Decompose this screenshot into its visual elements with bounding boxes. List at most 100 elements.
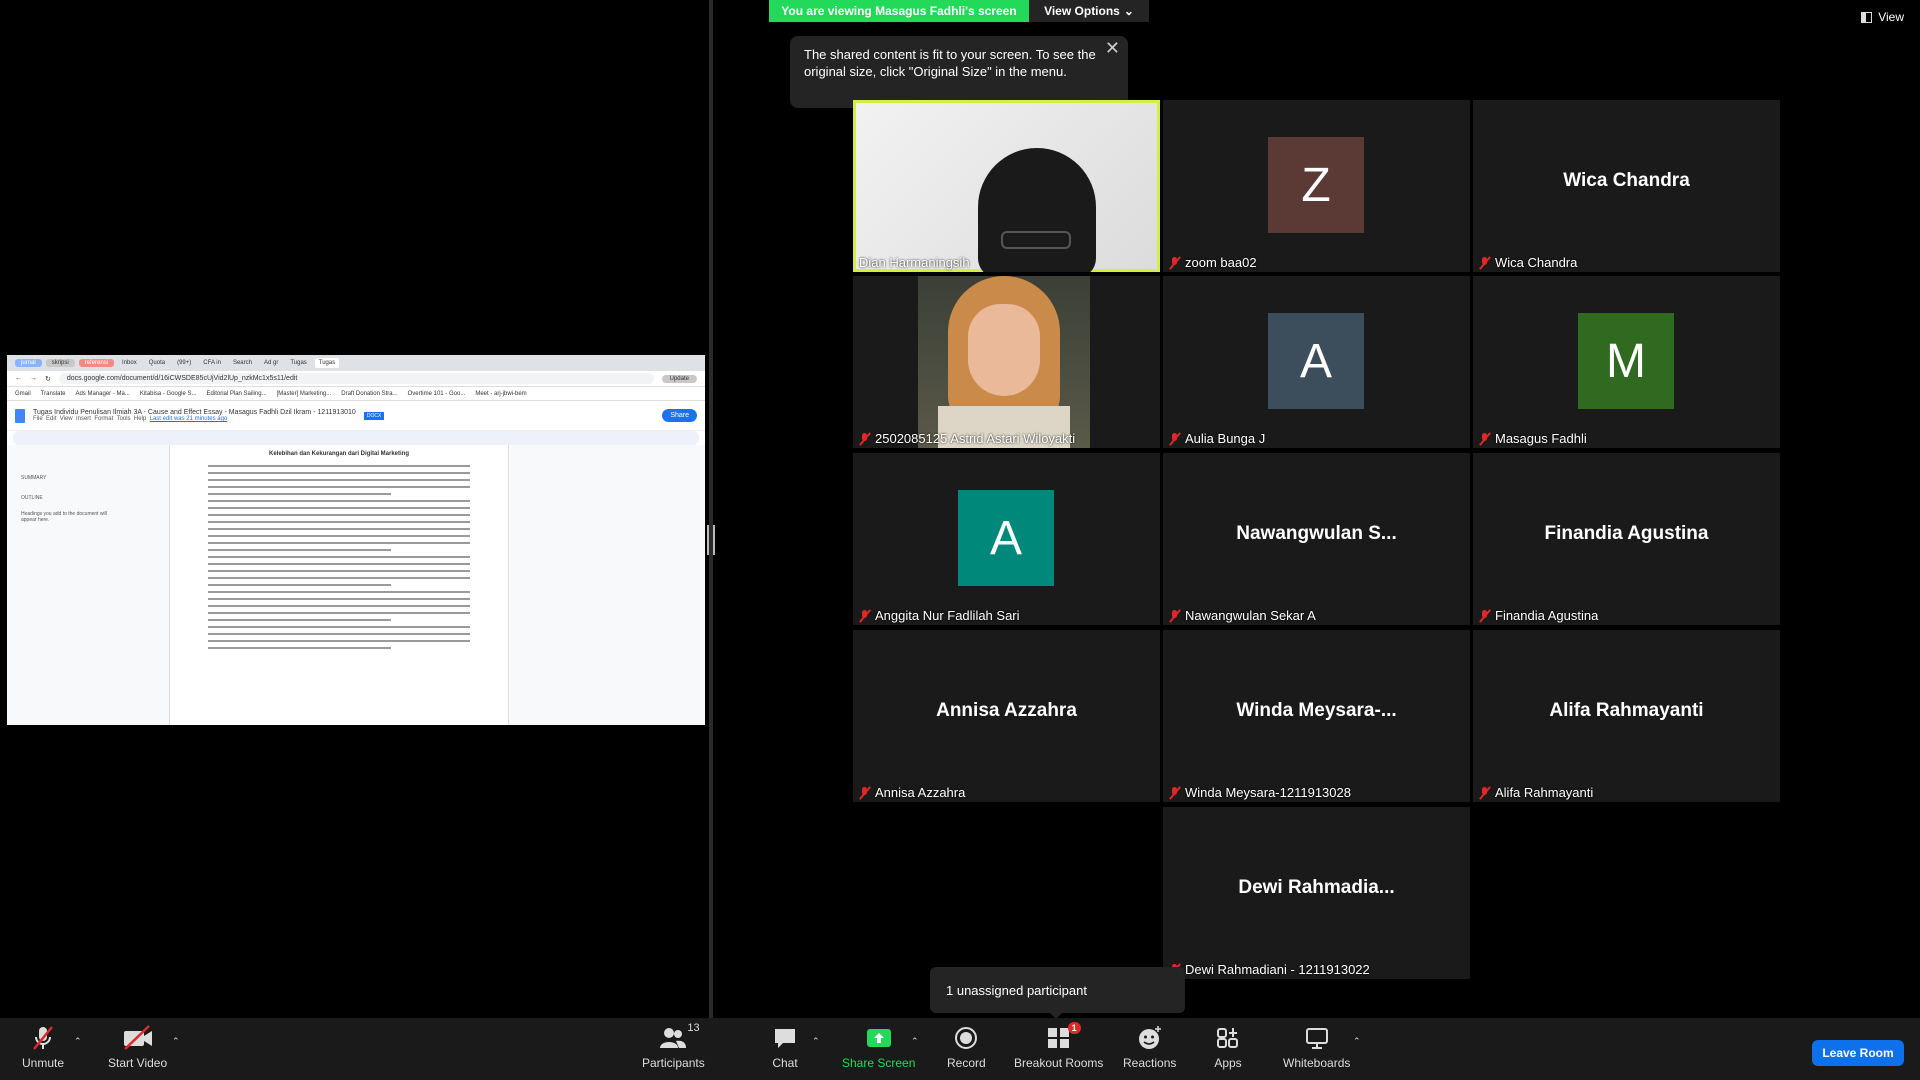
outline-heading-label: OUTLINE xyxy=(21,495,43,501)
bookmark-item[interactable]: [Master] Marketing... xyxy=(277,391,332,397)
bookmark-item[interactable]: Overtime 101 - Goo... xyxy=(408,391,466,397)
participants-button[interactable]: 13 Participants xyxy=(642,1022,705,1070)
participant-tile[interactable]: A Aulia Bunga J xyxy=(1163,276,1470,448)
share-screen-button[interactable]: Share Screen xyxy=(842,1024,915,1070)
pane-resize-handle[interactable] xyxy=(707,525,715,555)
close-icon[interactable]: ✕ xyxy=(1105,39,1120,57)
participant-tile[interactable]: 2502085125 Astrid Astari Wiloyakti xyxy=(853,276,1160,448)
unmute-label: Unmute xyxy=(22,1056,65,1070)
view-options-button[interactable]: View Options ⌄ xyxy=(1029,0,1149,22)
url-field[interactable]: docs.google.com/document/d/16iCWSDE85cUj… xyxy=(58,373,654,384)
last-edit-link[interactable]: Last edit was 21 minutes ago xyxy=(150,416,228,422)
whiteboards-options-caret-icon[interactable]: ⌃ xyxy=(1353,1036,1361,1047)
browser-tab[interactable]: Tugas xyxy=(286,358,310,368)
participant-tile[interactable]: Finandia Agustina Finandia Agustina xyxy=(1473,453,1780,625)
doc-menu-bar: File Edit View Insert Format Tools Help … xyxy=(33,416,356,422)
tab-group-jurnal[interactable]: jurnal xyxy=(15,359,42,367)
participant-tile[interactable]: Z zoom baa02 xyxy=(1163,100,1470,272)
participant-tile[interactable]: Dewi Rahmadia... Dewi Rahmadiani - 12119… xyxy=(1163,807,1470,979)
bookmark-item[interactable]: Meet - arj-jbwi-bem xyxy=(475,391,526,397)
audio-options-caret-icon[interactable]: ⌃ xyxy=(74,1036,82,1047)
browser-tab[interactable]: Quota xyxy=(145,358,169,368)
zoom-meeting-window: jurnal skripsi referensi Inbox Quota (99… xyxy=(0,0,1920,1080)
doc-title[interactable]: Tugas Individu Penulisan Ilmiah 3A - Cau… xyxy=(33,409,356,416)
menu-insert[interactable]: Insert xyxy=(76,416,91,422)
participant-tile[interactable]: M Masagus Fadhli xyxy=(1473,276,1780,448)
video-options-caret-icon[interactable]: ⌃ xyxy=(172,1036,180,1047)
participant-tile[interactable]: Annisa Azzahra Annisa Azzahra xyxy=(853,630,1160,802)
browser-tab[interactable]: Search xyxy=(229,358,256,368)
doc-share-button[interactable]: Share xyxy=(662,409,697,422)
participant-tile[interactable]: Dian Harmaningsih xyxy=(853,100,1160,272)
start-video-button[interactable]: Start Video xyxy=(108,1024,167,1070)
browser-tab[interactable]: (99+) xyxy=(173,358,195,368)
participant-tile[interactable]: Nawangwulan S... Nawangwulan Sekar A xyxy=(1163,453,1470,625)
record-icon xyxy=(952,1024,980,1052)
menu-help[interactable]: Help xyxy=(134,416,146,422)
doc-body: SUMMARY OUTLINE Headings you add to the … xyxy=(7,445,705,725)
doc-page[interactable]: Kelebihan dan Kekurangan dari Digital Ma… xyxy=(169,445,509,725)
chat-button[interactable]: Chat xyxy=(771,1024,799,1070)
forward-icon[interactable]: → xyxy=(30,375,37,382)
record-button[interactable]: Record xyxy=(947,1024,986,1070)
muted-mic-icon xyxy=(1479,256,1491,270)
participant-tile[interactable]: A Anggita Nur Fadlilah Sari xyxy=(853,453,1160,625)
update-button[interactable]: Update xyxy=(661,374,697,383)
whiteboards-label: Whiteboards xyxy=(1283,1056,1351,1070)
participant-video xyxy=(856,103,1157,272)
avatar: A xyxy=(958,490,1054,586)
whiteboard-icon xyxy=(1303,1024,1331,1052)
participant-tile[interactable]: Alifa Rahmayanti Alifa Rahmayanti xyxy=(1473,630,1780,802)
menu-edit[interactable]: Edit xyxy=(46,416,56,422)
participant-name: Aulia Bunga J xyxy=(1169,431,1265,446)
tooltip-text: The shared content is fit to your screen… xyxy=(804,47,1096,79)
doc-format-toolbar[interactable] xyxy=(13,431,699,445)
reactions-button[interactable]: Reactions xyxy=(1123,1024,1176,1070)
doc-outline-panel: SUMMARY OUTLINE Headings you add to the … xyxy=(7,445,167,725)
participant-display-name: Nawangwulan S... xyxy=(1236,523,1397,544)
menu-tools[interactable]: Tools xyxy=(117,416,131,422)
browser-tab[interactable]: CFA in xyxy=(199,358,225,368)
browser-tab[interactable]: Inbox xyxy=(118,358,141,368)
bookmark-item[interactable]: Kitabisa - Google S... xyxy=(140,391,197,397)
participant-name: Annisa Azzahra xyxy=(859,785,965,800)
browser-tab-active[interactable]: Tugas xyxy=(314,358,340,368)
participant-display-name: Dewi Rahmadia... xyxy=(1238,877,1395,898)
avatar: M xyxy=(1578,313,1674,409)
bookmark-item[interactable]: Draft Donation Stra... xyxy=(341,391,397,397)
back-icon[interactable]: ← xyxy=(15,375,22,382)
gallery-view: Dian Harmaningsih Z zoom baa02 Wica Chan… xyxy=(853,100,1783,980)
participant-display-name: Winda Meysara-... xyxy=(1236,700,1397,721)
leave-room-button[interactable]: Leave Room xyxy=(1812,1040,1904,1066)
bookmark-item[interactable]: Gmail xyxy=(15,391,31,397)
outline-hint: Headings you add to the document will ap… xyxy=(21,511,107,523)
apps-button[interactable]: Apps xyxy=(1214,1024,1242,1070)
menu-format[interactable]: Format xyxy=(94,416,113,422)
participant-tile[interactable]: Wica Chandra Wica Chandra xyxy=(1473,100,1780,272)
bookmark-item[interactable]: Editorial Plan Sailing... xyxy=(207,391,267,397)
breakout-rooms-label: Breakout Rooms xyxy=(1014,1056,1104,1070)
bookmark-item[interactable]: Ads Manager - Ma... xyxy=(75,391,129,397)
bookmark-item[interactable]: Translate xyxy=(41,391,66,397)
menu-view[interactable]: View xyxy=(60,416,73,422)
participant-name: Anggita Nur Fadlilah Sari xyxy=(859,608,1020,623)
doc-page-title: Kelebihan dan Kekurangan dari Digital Ma… xyxy=(268,451,410,457)
unassigned-participant-toast[interactable]: 1 unassigned participant xyxy=(930,967,1185,1019)
view-layout-button[interactable]: View xyxy=(1861,10,1904,24)
toast-text: 1 unassigned participant xyxy=(946,982,1087,998)
participant-name: Wica Chandra xyxy=(1479,255,1577,270)
browser-tab[interactable]: Ad gr xyxy=(260,358,282,368)
whiteboards-button[interactable]: Whiteboards xyxy=(1283,1024,1350,1070)
participant-tile[interactable]: Winda Meysara-... Winda Meysara-12119130… xyxy=(1163,630,1470,802)
unmute-button[interactable]: Unmute xyxy=(22,1024,64,1070)
share-screen-icon xyxy=(865,1024,893,1052)
pane-divider[interactable] xyxy=(709,0,713,1018)
breakout-rooms-button[interactable]: 1 Breakout Rooms xyxy=(1014,1022,1104,1070)
muted-mic-icon xyxy=(1169,432,1181,446)
tab-group-skripsi[interactable]: skripsi xyxy=(45,359,75,367)
menu-file[interactable]: File xyxy=(33,416,43,422)
share-options-caret-icon[interactable]: ⌃ xyxy=(911,1036,919,1047)
reload-icon[interactable]: ↻ xyxy=(45,375,51,383)
tab-group-referensi[interactable]: referensi xyxy=(78,359,115,367)
chat-options-caret-icon[interactable]: ⌃ xyxy=(812,1036,820,1047)
